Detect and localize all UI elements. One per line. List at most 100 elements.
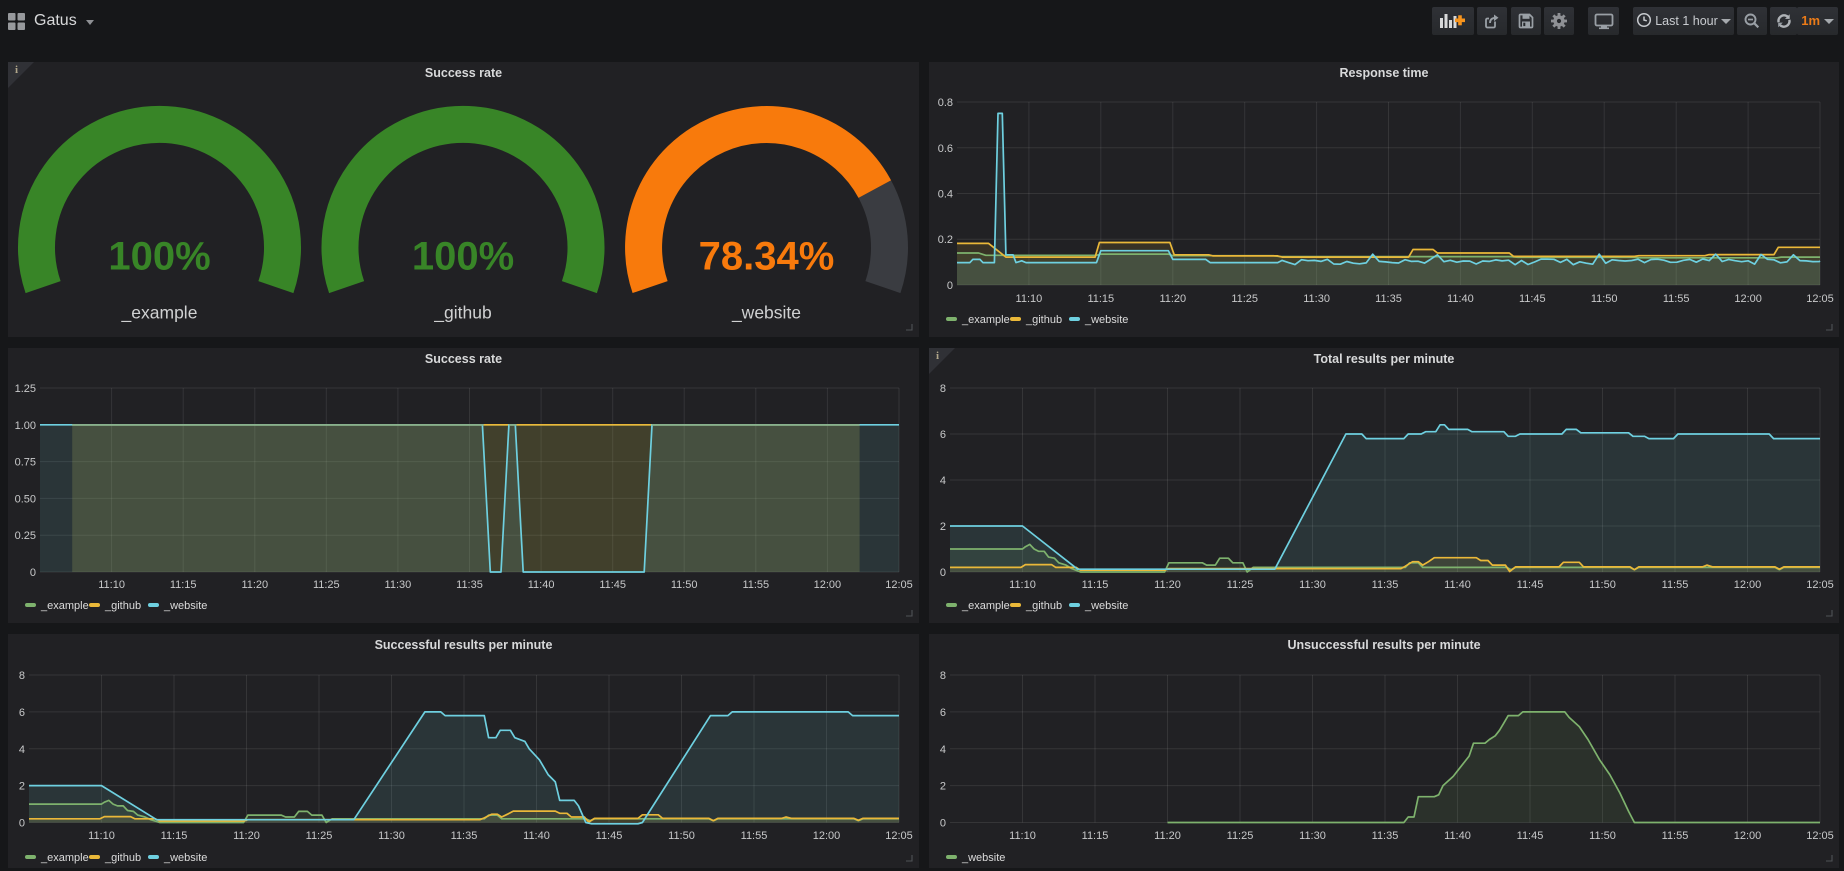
svg-text:11:25: 11:25: [1227, 579, 1254, 591]
svg-text:11:30: 11:30: [385, 579, 412, 591]
svg-text:11:35: 11:35: [1372, 830, 1399, 842]
svg-text:11:10: 11:10: [1009, 830, 1036, 842]
svg-text:0.75: 0.75: [15, 457, 36, 469]
svg-text:6: 6: [940, 707, 946, 719]
svg-text:12:05: 12:05: [1806, 293, 1834, 305]
svg-text:0.8: 0.8: [938, 97, 953, 109]
svg-text:11:15: 11:15: [170, 579, 197, 591]
svg-text:_website: _website: [1084, 314, 1128, 326]
svg-text:2: 2: [19, 781, 25, 793]
svg-text:11:50: 11:50: [668, 830, 695, 842]
svg-text:_website: _website: [961, 852, 1005, 864]
svg-text:0.4: 0.4: [938, 189, 953, 201]
svg-text:_github: _github: [104, 600, 141, 612]
svg-text:100%: 100%: [108, 235, 210, 279]
svg-text:11:10: 11:10: [98, 579, 125, 591]
svg-text:11:30: 11:30: [1299, 579, 1326, 591]
svg-text:8: 8: [19, 670, 25, 682]
svg-text:11:50: 11:50: [1589, 579, 1616, 591]
svg-text:_website: _website: [163, 600, 207, 612]
svg-text:_example: _example: [961, 600, 1010, 612]
svg-text:6: 6: [940, 429, 946, 441]
svg-text:11:10: 11:10: [88, 830, 115, 842]
svg-text:6: 6: [19, 707, 25, 719]
svg-text:12:05: 12:05: [1806, 579, 1834, 591]
svg-text:_github: _github: [1025, 600, 1062, 612]
svg-text:12:00: 12:00: [813, 830, 841, 842]
svg-text:11:30: 11:30: [1299, 830, 1326, 842]
svg-text:100%: 100%: [412, 235, 514, 279]
svg-text:11:20: 11:20: [1154, 830, 1181, 842]
svg-text:11:10: 11:10: [1009, 579, 1036, 591]
svg-text:11:50: 11:50: [1591, 293, 1618, 305]
svg-text:11:45: 11:45: [1517, 830, 1544, 842]
svg-text:11:40: 11:40: [1444, 579, 1471, 591]
svg-text:11:15: 11:15: [1082, 830, 1109, 842]
svg-text:12:05: 12:05: [885, 830, 913, 842]
svg-text:11:25: 11:25: [1231, 293, 1258, 305]
svg-text:12:00: 12:00: [1734, 293, 1762, 305]
svg-text:11:20: 11:20: [1154, 579, 1181, 591]
svg-text:0.6: 0.6: [938, 143, 953, 155]
svg-text:11:20: 11:20: [233, 830, 260, 842]
svg-text:11:15: 11:15: [1082, 579, 1109, 591]
svg-text:4: 4: [940, 744, 946, 756]
svg-text:0: 0: [940, 818, 946, 830]
svg-text:12:05: 12:05: [1806, 830, 1834, 842]
svg-text:12:05: 12:05: [885, 579, 913, 591]
svg-text:1.25: 1.25: [15, 383, 36, 395]
svg-text:0: 0: [30, 567, 36, 579]
svg-text:11:40: 11:40: [523, 830, 550, 842]
svg-text:11:20: 11:20: [241, 579, 268, 591]
svg-text:11:45: 11:45: [599, 579, 626, 591]
svg-text:2: 2: [940, 521, 946, 533]
svg-text:0.2: 0.2: [938, 234, 953, 246]
svg-text:2: 2: [940, 781, 946, 793]
svg-text:11:25: 11:25: [313, 579, 340, 591]
svg-text:11:45: 11:45: [1519, 293, 1546, 305]
svg-text:12:00: 12:00: [1734, 579, 1762, 591]
svg-text:0: 0: [19, 818, 25, 830]
svg-text:11:55: 11:55: [1662, 830, 1689, 842]
svg-text:11:55: 11:55: [742, 579, 769, 591]
svg-text:_website: _website: [731, 303, 801, 324]
svg-text:11:30: 11:30: [378, 830, 405, 842]
svg-text:8: 8: [940, 383, 946, 395]
svg-text:11:50: 11:50: [671, 579, 698, 591]
svg-text:1.00: 1.00: [15, 420, 36, 432]
svg-text:11:30: 11:30: [1303, 293, 1330, 305]
svg-text:11:55: 11:55: [1662, 579, 1689, 591]
svg-text:0.50: 0.50: [15, 493, 36, 505]
svg-text:11:35: 11:35: [1375, 293, 1402, 305]
svg-text:4: 4: [19, 744, 25, 756]
svg-text:_example: _example: [121, 303, 198, 324]
svg-text:_example: _example: [961, 314, 1010, 326]
svg-text:11:45: 11:45: [596, 830, 623, 842]
svg-text:11:40: 11:40: [528, 579, 555, 591]
svg-text:_example: _example: [40, 600, 89, 612]
svg-text:0.25: 0.25: [15, 530, 36, 542]
svg-text:_website: _website: [1084, 600, 1128, 612]
svg-text:11:55: 11:55: [741, 830, 768, 842]
svg-text:12:00: 12:00: [1734, 830, 1762, 842]
svg-text:11:35: 11:35: [456, 579, 483, 591]
svg-text:_github: _github: [433, 303, 491, 324]
svg-text:0: 0: [940, 567, 946, 579]
svg-text:78.34%: 78.34%: [699, 235, 835, 279]
svg-text:4: 4: [940, 475, 946, 487]
svg-text:11:35: 11:35: [451, 830, 478, 842]
svg-text:11:55: 11:55: [1663, 293, 1690, 305]
svg-text:11:45: 11:45: [1517, 579, 1544, 591]
svg-text:11:40: 11:40: [1444, 830, 1471, 842]
svg-text:11:25: 11:25: [306, 830, 333, 842]
svg-text:11:50: 11:50: [1589, 830, 1616, 842]
svg-text:8: 8: [940, 670, 946, 682]
svg-text:11:40: 11:40: [1447, 293, 1474, 305]
svg-text:11:15: 11:15: [1087, 293, 1114, 305]
svg-text:11:10: 11:10: [1016, 293, 1043, 305]
svg-text:11:20: 11:20: [1159, 293, 1186, 305]
svg-text:_website: _website: [163, 852, 207, 864]
svg-text:11:25: 11:25: [1227, 830, 1254, 842]
svg-text:_github: _github: [104, 852, 141, 864]
svg-text:11:15: 11:15: [161, 830, 188, 842]
